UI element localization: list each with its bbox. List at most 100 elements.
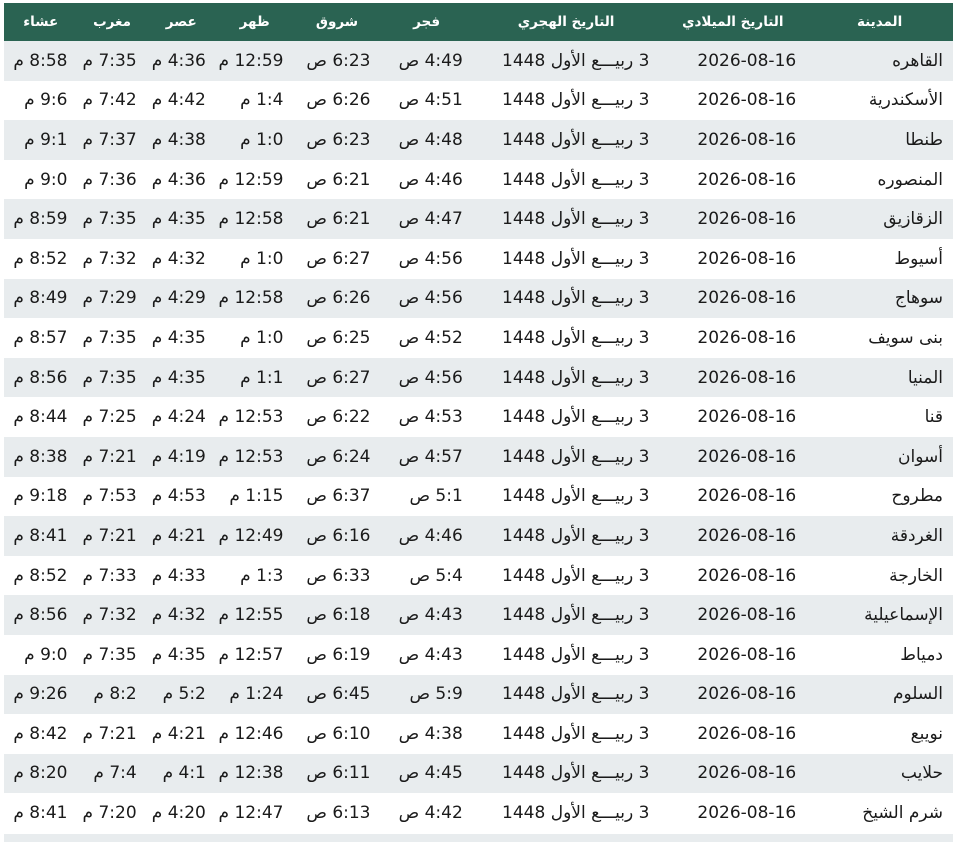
cell-dhuhr: 1:24 م (229, 684, 284, 705)
cell-fajr: 4:56 ص (398, 288, 463, 309)
table-row: بنى سويف 2026-08-16 3 ربيـــع الأول 1448… (4, 318, 953, 358)
cell-isha: 9:0 م (24, 169, 68, 190)
header-city: المدينة (856, 14, 903, 30)
cell-asr: 4:33 م (151, 565, 206, 586)
cell-city: دمياط (900, 644, 943, 665)
cell-fajr: 4:38 ص (398, 723, 463, 744)
cell-fajr: 4:46 ص (398, 169, 463, 190)
cell-city: الأسكندرية (868, 90, 943, 111)
cell-gregorian-date: 2026-08-16 (697, 248, 797, 269)
table-row: حلايب 2026-08-16 3 ربيـــع الأول 1448 4:… (4, 753, 953, 794)
cell-isha: 9:18 م (13, 486, 68, 507)
cell-isha: 8:49 م (13, 288, 68, 309)
cell-sunrise: 6:37 ص (306, 486, 371, 507)
table-row: أسوان 2026-08-16 3 ربيـــع الأول 1448 4:… (4, 436, 953, 477)
cell-maghrib: 7:42 م (82, 90, 137, 111)
cell-gregorian-date: 2026-08-16 (697, 129, 797, 150)
table-body: القاهره 2026-08-16 3 ربيـــع الأول 1448 … (4, 41, 953, 833)
cell-sunrise: 6:26 ص (306, 288, 371, 309)
table-row: قنا 2026-08-16 3 ربيـــع الأول 1448 4:53… (4, 397, 953, 437)
cell-dhuhr: 1:3 م (240, 565, 284, 586)
cell-isha: 8:56 م (13, 605, 68, 626)
cell-hijri-date: 3 ربيـــع الأول 1448 (502, 684, 650, 705)
cell-gregorian-date: 2026-08-16 (697, 486, 797, 507)
cell-dhuhr: 12:53 م (218, 407, 284, 428)
cell-hijri-date: 3 ربيـــع الأول 1448 (502, 327, 650, 348)
cell-city: السلوم (892, 684, 943, 705)
table-row: القاهره 2026-08-16 3 ربيـــع الأول 1448 … (4, 41, 953, 81)
cell-sunrise: 6:27 ص (306, 367, 371, 388)
cell-isha: 8:42 م (13, 723, 68, 744)
cell-isha: 9:26 م (13, 684, 68, 705)
cell-city: شرم الشيخ (862, 803, 943, 824)
cell-dhuhr: 1:1 م (240, 367, 284, 388)
cell-fajr: 4:46 ص (398, 525, 463, 546)
cell-fajr: 4:42 ص (398, 803, 463, 824)
cell-hijri-date: 3 ربيـــع الأول 1448 (502, 565, 650, 586)
cell-fajr: 5:1 ص (409, 486, 463, 507)
cell-maghrib: 7:21 م (82, 723, 137, 744)
cell-asr: 4:35 م (151, 367, 206, 388)
table-row: الخارجة 2026-08-16 3 ربيـــع الأول 1448 … (4, 555, 953, 596)
cell-city: طنطا (905, 129, 943, 150)
cell-hijri-date: 3 ربيـــع الأول 1448 (502, 288, 650, 309)
cell-dhuhr: 1:4 م (240, 90, 284, 111)
cell-city: حلايب (900, 763, 943, 784)
cell-maghrib: 7:36 م (82, 169, 137, 190)
cell-fajr: 4:48 ص (398, 129, 463, 150)
cell-hijri-date: 3 ربيـــع الأول 1448 (502, 169, 650, 190)
cell-hijri-date: 3 ربيـــع الأول 1448 (502, 644, 650, 665)
cell-fajr: 4:56 ص (398, 367, 463, 388)
cell-city: قنا (924, 407, 943, 428)
cell-sunrise: 6:21 ص (306, 169, 371, 190)
cell-sunrise: 6:25 ص (306, 327, 371, 348)
cell-isha: 8:41 م (13, 803, 68, 824)
cell-isha: 8:44 م (13, 407, 68, 428)
cell-city: الإسماعيلية (864, 605, 943, 626)
cell-asr: 5:2 م (162, 684, 206, 705)
cell-dhuhr: 12:38 م (218, 763, 284, 784)
table-row: الأسكندرية 2026-08-16 3 ربيـــع الأول 14… (4, 80, 953, 121)
cell-sunrise: 6:23 ص (306, 129, 371, 150)
table-row: مطروح 2026-08-16 3 ربيـــع الأول 1448 5:… (4, 476, 953, 517)
cell-maghrib: 7:20 م (82, 803, 137, 824)
cell-city: بنى سويف (868, 327, 943, 348)
cell-fajr: 4:45 ص (398, 763, 463, 784)
cell-isha: 8:59 م (13, 209, 68, 230)
cell-isha: 8:20 م (13, 763, 68, 784)
cell-dhuhr: 1:0 م (240, 248, 284, 269)
cell-city: الخارجة (889, 565, 943, 586)
cell-asr: 4:38 م (151, 129, 206, 150)
cell-isha: 8:58 م (13, 50, 68, 71)
cell-maghrib: 8:2 م (93, 684, 137, 705)
cell-maghrib: 7:35 م (82, 327, 137, 348)
table-row: المنيا 2026-08-16 3 ربيـــع الأول 1448 4… (4, 357, 953, 398)
cell-hijri-date: 3 ربيـــع الأول 1448 (502, 129, 650, 150)
cell-hijri-date: 3 ربيـــع الأول 1448 (502, 407, 650, 428)
cell-sunrise: 6:26 ص (306, 90, 371, 111)
cell-asr: 4:21 م (151, 723, 206, 744)
cell-asr: 4:36 م (151, 169, 206, 190)
cell-gregorian-date: 2026-08-16 (697, 169, 797, 190)
cell-hijri-date: 3 ربيـــع الأول 1448 (502, 803, 650, 824)
cell-gregorian-date: 2026-08-16 (697, 525, 797, 546)
cell-gregorian-date: 2026-08-16 (697, 684, 797, 705)
cell-maghrib: 7:25 م (82, 407, 137, 428)
cell-city: سوهاج (894, 288, 943, 309)
cell-asr: 4:53 م (151, 486, 206, 507)
cell-hijri-date: 3 ربيـــع الأول 1448 (502, 367, 650, 388)
cell-dhuhr: 12:55 م (218, 605, 284, 626)
header-gregorian-date: التاريخ الميلادي (682, 14, 784, 30)
cell-gregorian-date: 2026-08-16 (697, 288, 797, 309)
cell-dhuhr: 12:59 م (218, 169, 284, 190)
header-fajr: فجر (413, 14, 441, 30)
cell-fajr: 4:49 ص (398, 50, 463, 71)
table-row: أسيوط 2026-08-16 3 ربيـــع الأول 1448 4:… (4, 238, 953, 279)
cell-gregorian-date: 2026-08-16 (697, 605, 797, 626)
cell-hijri-date: 3 ربيـــع الأول 1448 (502, 50, 650, 71)
cell-asr: 4:35 م (151, 327, 206, 348)
cell-sunrise: 6:13 ص (306, 803, 371, 824)
cell-gregorian-date: 2026-08-16 (697, 446, 797, 467)
cell-isha: 9:6 م (24, 90, 68, 111)
cell-city: القاهره (892, 50, 943, 71)
